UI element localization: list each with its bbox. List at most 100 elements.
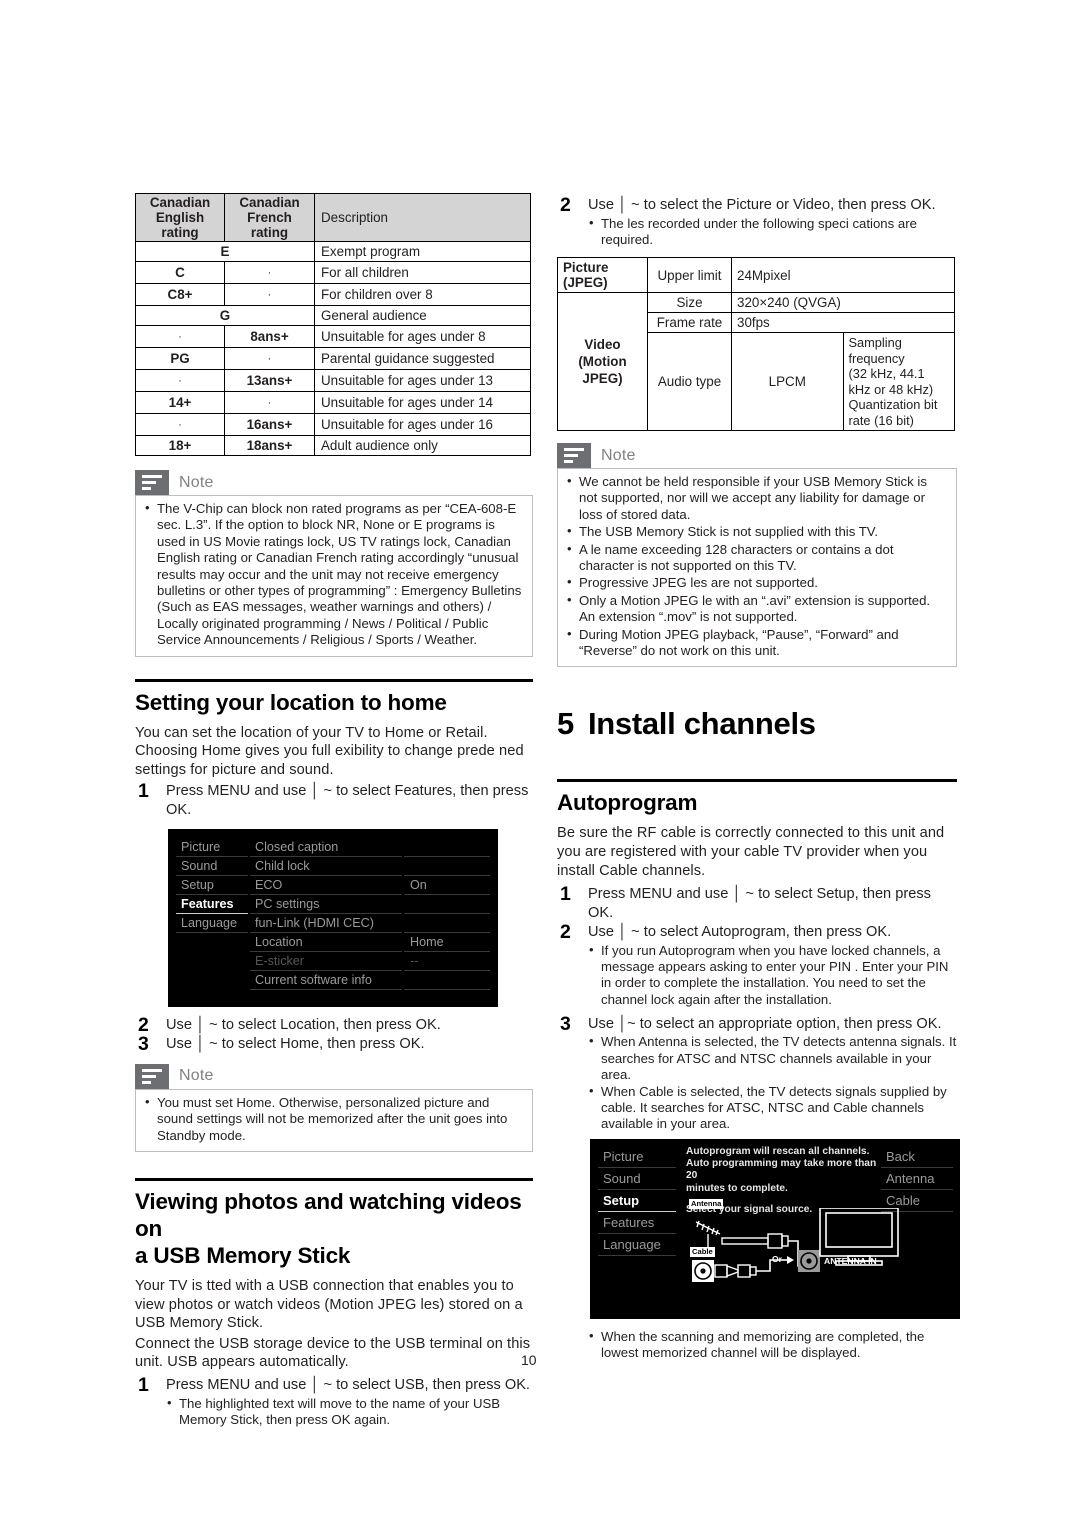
tv-submenu-item[interactable]: fun-Link (HDMI CEC) bbox=[250, 914, 402, 933]
step-text: Press MENU and use │ ~ to select Feature… bbox=[166, 783, 529, 819]
autoprogram-step-3: 3 Use │~ to select an appropriate option… bbox=[557, 1012, 957, 1133]
spec-label-video: Video (Motion JPEG) bbox=[557, 292, 648, 431]
note-icon bbox=[135, 1063, 169, 1089]
spec-item-frame-rate: Frame rate bbox=[647, 312, 732, 333]
rating-french: · bbox=[224, 391, 315, 414]
usb-step-1: 1 Press MENU and use │ ~ to select USB, … bbox=[135, 1374, 533, 1428]
tv-submenu-value[interactable] bbox=[404, 914, 490, 933]
rating-french: 8ans+ bbox=[224, 325, 315, 348]
tv-submenu-item[interactable]: Child lock bbox=[250, 857, 402, 876]
bullet-item: During Motion JPEG playback, “Pause”, “F… bbox=[566, 626, 948, 660]
autoprogram-section: Autoprogram Be sure the RF cable is corr… bbox=[557, 779, 957, 1132]
col-header-english: Canadian English rating bbox=[135, 193, 225, 242]
autoprogram-menu-item-language[interactable]: Language bbox=[598, 1234, 676, 1256]
bullet-item: When the scanning and memorizing are com… bbox=[588, 1328, 957, 1362]
note-title: Note bbox=[601, 446, 636, 464]
table-row: C8+ · For children over 8 bbox=[135, 283, 531, 306]
rating-value: E bbox=[135, 241, 315, 262]
step-text: Use │ ~ to select Home, then press OK. bbox=[166, 1036, 425, 1053]
bullet-item: If you run Autoprogram when you have loc… bbox=[588, 942, 957, 1008]
autoprogram-option-antenna[interactable]: Antenna bbox=[881, 1168, 953, 1190]
table-row: · 8ans+ Unsuitable for ages under 8 bbox=[135, 325, 531, 348]
tv-submenu-value[interactable]: Home bbox=[404, 933, 490, 952]
tv-menu-item-features[interactable]: Features bbox=[176, 895, 248, 914]
step-number: 3 bbox=[138, 1033, 149, 1056]
rating-english: · bbox=[135, 369, 225, 392]
step-number: 3 bbox=[560, 1012, 571, 1035]
step-text: Use │~ to select an appropriate option, … bbox=[588, 1015, 942, 1032]
usb-step-2: 2 Use │ ~ to select the Picture or Video… bbox=[557, 194, 957, 248]
bullet-item: You must set Home. Otherwise, personaliz… bbox=[144, 1094, 524, 1144]
rating-english: · bbox=[135, 413, 225, 436]
note-title: Note bbox=[179, 1067, 214, 1085]
message-line3: minutes to complete. bbox=[686, 1182, 788, 1194]
table-row: 14+ · Unsuitable for ages under 14 bbox=[135, 391, 531, 414]
col-header-english-line1: Canadian bbox=[149, 195, 211, 210]
step-text: Press MENU and use │ ~ to select Setup, … bbox=[588, 886, 931, 921]
step-bullet-list: When Antenna is selected, the TV detects… bbox=[588, 1033, 957, 1133]
tv-menu-item-setup[interactable]: Setup bbox=[176, 876, 248, 895]
note-home: Note You must set Home. Otherwise, perso… bbox=[135, 1063, 533, 1153]
tv-menu-middle-column: Closed caption Child lock ECO PC settings fu… bbox=[250, 838, 402, 999]
section-heading-location: Setting your location to home bbox=[135, 689, 447, 715]
step-text: Use │ ~ to select Location, then press O… bbox=[166, 1016, 441, 1033]
spec-label-picture: Picture (JPEG) bbox=[557, 257, 648, 293]
tv-submenu-item[interactable]: E-sticker bbox=[250, 952, 402, 971]
step-number: 1 bbox=[138, 1374, 149, 1396]
spec-value-size: 320×240 (QVGA) bbox=[731, 292, 955, 313]
autoprogram-menu-item-setup[interactable]: Setup bbox=[598, 1190, 676, 1212]
right-column: 2 Use │ ~ to select the Picture or Video… bbox=[557, 193, 960, 1362]
col-header-english-line2: English rating bbox=[155, 210, 205, 240]
tv-menu-item-sound[interactable]: Sound bbox=[176, 857, 248, 876]
autoprogram-menu-item-picture[interactable]: Picture bbox=[598, 1146, 676, 1168]
autoprogram-option-back[interactable]: Back bbox=[881, 1146, 953, 1168]
table-row: C · For all children bbox=[135, 261, 531, 284]
rating-french: · bbox=[224, 261, 315, 284]
autoprogram-menu-item-features[interactable]: Features bbox=[598, 1212, 676, 1234]
bullet-item: A le name exceeding 128 characters or co… bbox=[566, 541, 948, 575]
diagram-svg bbox=[692, 1206, 899, 1282]
rating-french: 18ans+ bbox=[224, 435, 315, 456]
bullet-item: The les recorded under the following spe… bbox=[588, 215, 957, 248]
note-header: Note bbox=[135, 1063, 533, 1089]
tv-submenu-value[interactable]: -- bbox=[404, 952, 490, 971]
bullet-item: When Cable is selected, the TV detects s… bbox=[588, 1083, 957, 1133]
rating-english: C bbox=[135, 261, 225, 284]
tv-submenu-value[interactable] bbox=[404, 838, 490, 857]
table-row: · 16ans+ Unsuitable for ages under 16 bbox=[135, 413, 531, 436]
page-number: 10 bbox=[521, 1352, 537, 1368]
tv-submenu-value[interactable]: On bbox=[404, 876, 490, 895]
tv-submenu-value[interactable] bbox=[404, 895, 490, 914]
tv-menu-left-column: Picture Sound Setup Features Language bbox=[176, 838, 248, 999]
rating-french: 16ans+ bbox=[224, 413, 315, 436]
spec-item-audio-type: Audio type bbox=[647, 332, 732, 431]
note-bullet-list: The V-Chip can block non rated programs … bbox=[144, 500, 524, 649]
bullet-item: Only a Motion JPEG le with an “.avi” ext… bbox=[566, 592, 948, 626]
bullet-item: Progressive JPEG les are not supported. bbox=[566, 574, 948, 591]
autoprogram-menu-item-sound[interactable]: Sound bbox=[598, 1168, 676, 1190]
rating-english: PG bbox=[135, 347, 225, 370]
spec-value-upper-limit: 24Mpixel bbox=[731, 257, 955, 293]
tv-menu-item-language[interactable]: Language bbox=[176, 914, 248, 933]
bullet-item: The USB Memory Stick is not supplied wit… bbox=[566, 523, 948, 540]
bullet-item: The highlighted text will move to the na… bbox=[166, 1395, 533, 1428]
antenna-in-jack bbox=[798, 1249, 820, 1272]
note-header: Note bbox=[135, 470, 533, 495]
tv-submenu-value[interactable] bbox=[404, 971, 490, 990]
rating-value: G bbox=[135, 305, 315, 326]
section-rule bbox=[135, 1178, 533, 1182]
usb-intro-2: Connect the USB storage device to the US… bbox=[135, 1335, 531, 1371]
tv-submenu-item[interactable]: Closed caption bbox=[250, 838, 402, 857]
tv-submenu-item[interactable]: Location bbox=[250, 933, 402, 952]
tv-submenu-item[interactable]: ECO bbox=[250, 876, 402, 895]
tv-submenu-value[interactable] bbox=[404, 857, 490, 876]
tv-submenu-item[interactable]: PC settings bbox=[250, 895, 402, 914]
note-body: We cannot be held responsible if your US… bbox=[557, 468, 957, 668]
tv-submenu-item[interactable]: Current software info bbox=[250, 971, 402, 990]
autoprogram-final-note: When the scanning and memorizing are com… bbox=[557, 1328, 957, 1362]
step-text: Press MENU and use │ ~ to select USB, th… bbox=[166, 1377, 530, 1393]
location-step-1: 1 Press MENU and use │ ~ to select Featu… bbox=[135, 780, 533, 819]
chapter-header: 5 Install channels bbox=[557, 705, 957, 743]
note-usb: Note We cannot be held responsible if yo… bbox=[557, 443, 957, 668]
tv-menu-item-picture[interactable]: Picture bbox=[176, 838, 248, 857]
